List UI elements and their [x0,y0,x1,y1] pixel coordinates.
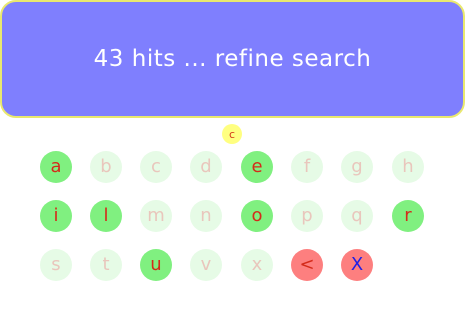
letter-key-d: d [190,151,222,183]
current-query-letter: c [222,124,242,144]
letter-key-c: c [140,151,172,183]
hit-count-message: 43 hits ... refine search [93,46,372,72]
letter-key-q: q [341,200,373,232]
letter-key-a[interactable]: a [40,151,72,183]
backspace-key[interactable]: < [291,249,323,281]
letter-key-h: h [392,151,424,183]
letter-key-p: p [291,200,323,232]
letter-key-i[interactable]: i [40,200,72,232]
letter-key-n: n [190,200,222,232]
letter-key-l[interactable]: l [90,200,122,232]
letter-key-b: b [90,151,122,183]
letter-key-s: s [40,249,72,281]
letter-key-x: x [241,249,273,281]
letter-key-e[interactable]: e [241,151,273,183]
letter-key-r[interactable]: r [392,200,424,232]
letter-key-f: f [291,151,323,183]
letter-key-o[interactable]: o [241,200,273,232]
letter-key-g: g [341,151,373,183]
letter-key-v: v [190,249,222,281]
letter-key-m: m [140,200,172,232]
letter-key-u[interactable]: u [140,249,172,281]
letter-key-t: t [90,249,122,281]
clear-key[interactable]: X [341,249,373,281]
status-banner: 43 hits ... refine search [0,0,465,118]
